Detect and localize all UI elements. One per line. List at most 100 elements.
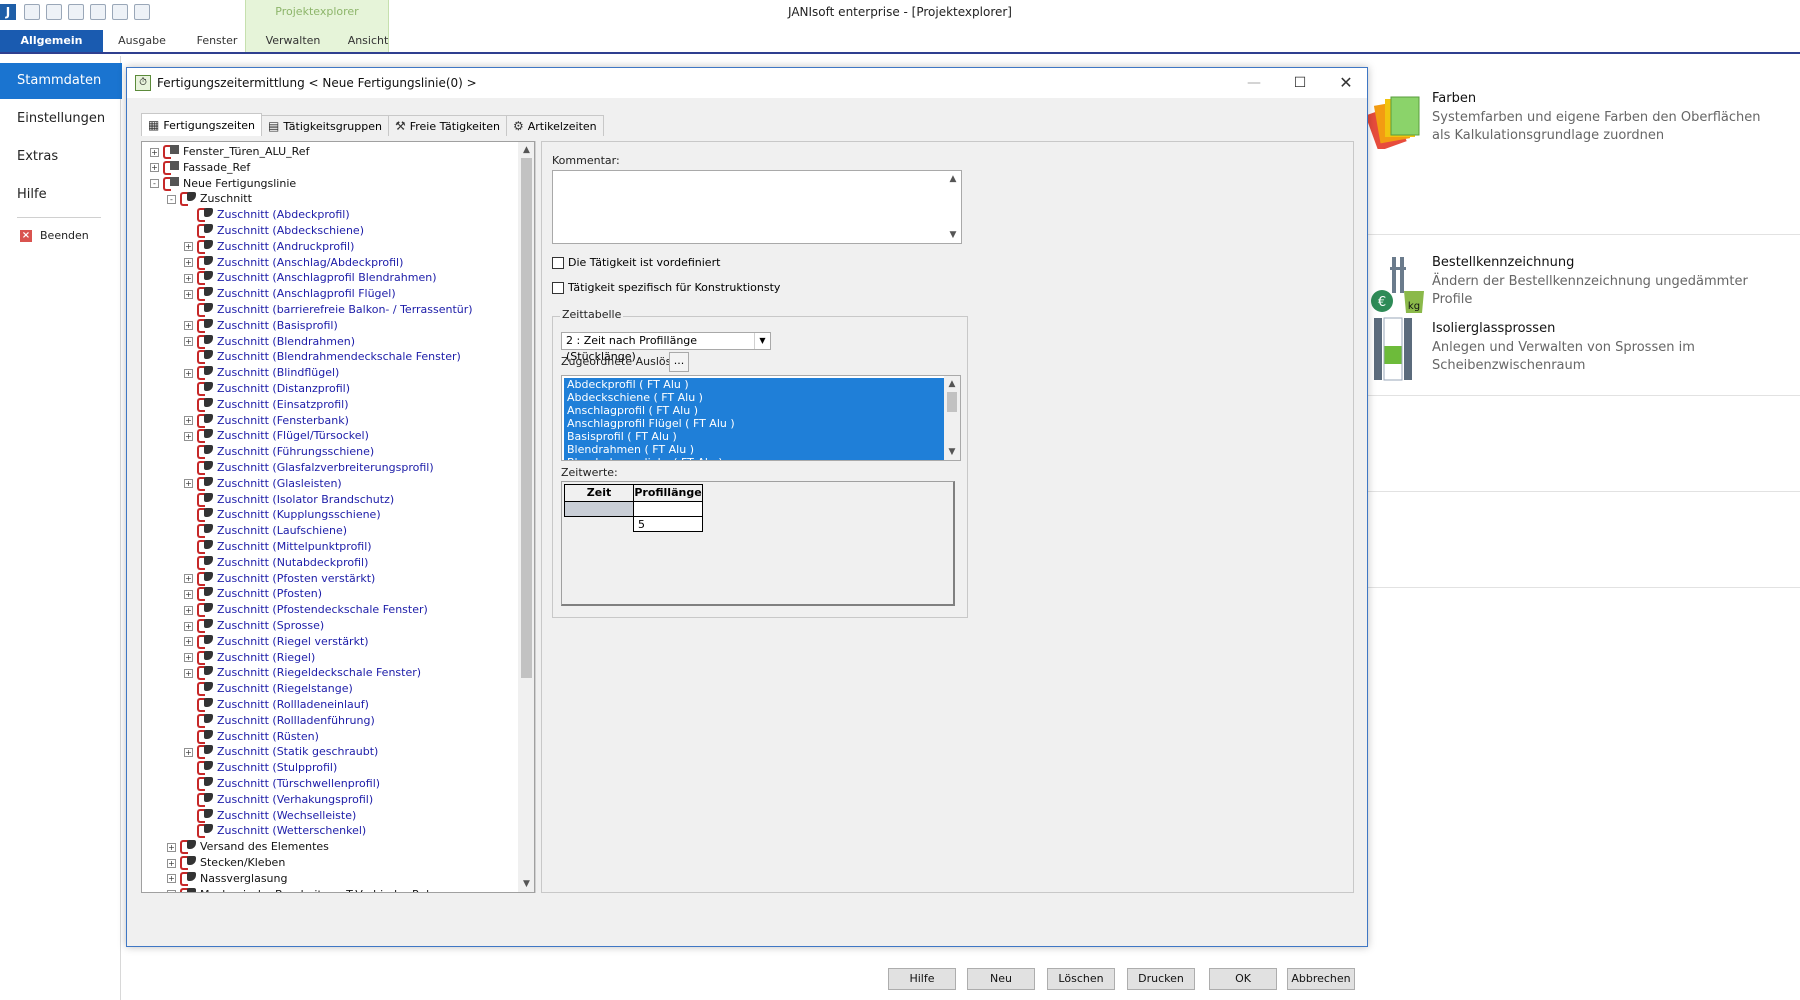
kommentar-textarea[interactable]: ▲ ▼ [552, 170, 962, 244]
tree-node[interactable]: Zuschnitt (Rollladeneinlauf) [184, 697, 369, 713]
tree-node[interactable]: + Zuschnitt (Blendrahmen) [184, 334, 355, 350]
konstruktionstyp-checkbox[interactable]: Tätigkeit spezifisch für Konstruktionsty [552, 281, 780, 294]
tree-node[interactable]: + Zuschnitt (Glasleisten) [184, 476, 342, 492]
tree-node[interactable]: + Zuschnitt (Riegel verstärkt) [184, 634, 369, 650]
tree-node[interactable]: + Stecken/Kleben [167, 855, 285, 871]
list-item[interactable]: Anschlagprofil Flügel ( FT Alu ) [564, 417, 944, 430]
scroll-up-icon[interactable]: ▲ [518, 142, 534, 158]
expand-icon[interactable]: + [184, 653, 193, 663]
grid-cell[interactable] [633, 501, 703, 517]
tree-node[interactable]: Zuschnitt (Nutabdeckprofil) [184, 555, 368, 571]
expand-icon[interactable]: + [184, 747, 193, 757]
tree-node[interactable]: + Zuschnitt (Sprosse) [184, 618, 324, 634]
ausloser-listbox[interactable]: Abdeckprofil ( FT Alu ) Abdeckschiene ( F… [561, 375, 961, 461]
nav-stammdaten[interactable]: Stammdaten [0, 63, 122, 99]
beenden-button[interactable]: × Beenden [20, 226, 89, 246]
expand-icon[interactable]: + [184, 289, 193, 299]
tree-node[interactable]: + Zuschnitt (Pfosten verstärkt) [184, 571, 375, 587]
list-item[interactable]: Blendrahmen ( FT Alu ) [564, 443, 944, 456]
ok-button[interactable]: OK [1209, 968, 1277, 990]
tree-node[interactable]: Zuschnitt (Abdeckschiene) [184, 223, 364, 239]
tab-freie-taetigkeiten[interactable]: ⚒ Freie Tätigkeiten [387, 115, 507, 136]
tree-node[interactable]: Zuschnitt (Kupplungsschiene) [184, 507, 381, 523]
zeittabelle-select[interactable]: 2 : Zeit nach Profillänge (Stücklänge) ▼ [561, 332, 771, 363]
vordefiniert-checkbox[interactable]: Die Tätigkeit ist vordefiniert [552, 256, 720, 269]
close-icon[interactable]: ✕ [1323, 68, 1369, 98]
ausloser-browse-button[interactable]: ... [669, 352, 689, 372]
expand-icon[interactable]: + [167, 858, 176, 868]
tree-node[interactable]: + Fenster_Türen_ALU_Ref [150, 144, 309, 160]
tree-node[interactable]: + Zuschnitt (Anschlag/Abdeckprofil) [184, 255, 403, 271]
abbrechen-button[interactable]: Abbrechen [1287, 968, 1355, 990]
tree-node[interactable]: + Zuschnitt (Riegel) [184, 650, 315, 666]
tree-node[interactable]: Zuschnitt (Rollladenführung) [184, 713, 375, 729]
expand-icon[interactable]: + [184, 637, 193, 647]
farben-title[interactable]: Farben [1432, 91, 1476, 106]
collapse-icon[interactable]: - [167, 194, 176, 204]
nav-hilfe[interactable]: Hilfe [0, 177, 121, 213]
expand-icon[interactable]: + [184, 337, 193, 347]
expand-icon[interactable]: + [167, 890, 176, 892]
tree-node[interactable]: + Zuschnitt (Fensterbank) [184, 413, 349, 429]
tree-node[interactable]: - Neue Fertigungslinie [150, 176, 296, 192]
expand-icon[interactable]: + [167, 874, 176, 884]
checkbox-box[interactable] [552, 281, 564, 294]
chevron-down-icon[interactable]: ▼ [754, 333, 770, 349]
tree-scrollbar[interactable]: ▲ ▼ [518, 142, 534, 892]
grid-cell[interactable] [564, 516, 634, 532]
tree-node[interactable]: Zuschnitt (Wechselleiste) [184, 808, 356, 824]
tree-node[interactable]: Zuschnitt (Laufschiene) [184, 523, 347, 539]
minimize-icon[interactable]: — [1231, 68, 1277, 98]
checkbox-box[interactable] [552, 256, 564, 269]
grid-cell[interactable] [564, 501, 634, 517]
tree-node[interactable]: - Zuschnitt [167, 191, 252, 207]
isolierglassprossen-title[interactable]: Isolierglassprossen [1432, 321, 1555, 336]
tree-node[interactable]: + Zuschnitt (Blindflügel) [184, 365, 339, 381]
expand-icon[interactable]: + [184, 621, 193, 631]
scroll-up-icon[interactable]: ▲ [944, 376, 960, 392]
tree-node[interactable]: Zuschnitt (Glasfalzverbreiterungsprofil) [184, 460, 434, 476]
tree-node[interactable]: + Mechanische Bearbeitung T-Verbinder Rah… [167, 887, 458, 892]
tab-ansicht[interactable]: Ansicht [333, 30, 403, 52]
expand-icon[interactable]: + [184, 589, 193, 599]
tree-node[interactable]: Zuschnitt (Stulpprofil) [184, 760, 337, 776]
tree-node[interactable]: + Zuschnitt (Pfosten) [184, 586, 322, 602]
kommentar-scrollbar[interactable]: ▲ ▼ [945, 171, 961, 243]
expand-icon[interactable]: + [184, 668, 193, 678]
neu-button[interactable]: Neu [967, 968, 1035, 990]
list-item[interactable]: Abdeckprofil ( FT Alu ) [564, 378, 944, 391]
expand-icon[interactable]: + [167, 842, 176, 852]
expand-icon[interactable]: + [184, 416, 193, 426]
tab-fenster[interactable]: Fenster [181, 30, 253, 52]
bestellkennzeichnung-title[interactable]: Bestellkennzeichnung [1432, 255, 1574, 270]
tree-node[interactable]: + Zuschnitt (Flügel/Türsockel) [184, 428, 369, 444]
tree-node[interactable]: Zuschnitt (Abdeckprofil) [184, 207, 350, 223]
nav-einstellungen[interactable]: Einstellungen [0, 101, 121, 137]
maximize-icon[interactable]: ☐ [1277, 68, 1323, 98]
tree-node[interactable]: + Nassverglasung [167, 871, 287, 887]
tree-node[interactable]: Zuschnitt (Wetterschenkel) [184, 823, 366, 839]
scroll-thumb[interactable] [947, 392, 957, 412]
scroll-thumb[interactable] [521, 158, 532, 678]
tab-verwalten[interactable]: Verwalten [255, 30, 331, 52]
scroll-down-icon[interactable]: ▼ [944, 444, 960, 460]
list-item[interactable]: Abdeckschiene ( FT Alu ) [564, 391, 944, 404]
tab-allgemein[interactable]: Allgemein [0, 30, 103, 52]
expand-icon[interactable]: + [184, 242, 193, 252]
scroll-up-icon[interactable]: ▲ [945, 171, 961, 187]
list-item[interactable]: Blendrahmen links ( FT Alu ) [564, 456, 944, 460]
tree-node[interactable]: + Fassade_Ref [150, 160, 250, 176]
tree-node[interactable]: + Versand des Elementes [167, 839, 329, 855]
grid-header-zeit[interactable]: Zeit [564, 484, 634, 502]
tree-node[interactable]: Zuschnitt (Blendrahmendeckschale Fenster… [184, 349, 461, 365]
tree-node[interactable]: + Zuschnitt (Riegeldeckschale Fenster) [184, 665, 421, 681]
tree-node[interactable]: Zuschnitt (Riegelstange) [184, 681, 353, 697]
expand-icon[interactable]: + [184, 368, 193, 378]
ausloser-scrollbar[interactable]: ▲ ▼ [944, 376, 960, 460]
tree-node[interactable]: + Zuschnitt (Anschlagprofil Flügel) [184, 286, 396, 302]
nav-extras[interactable]: Extras [0, 139, 121, 175]
tree-node[interactable]: Zuschnitt (Türschwellenprofil) [184, 776, 380, 792]
expand-icon[interactable]: + [184, 431, 193, 441]
list-item[interactable]: Basisprofil ( FT Alu ) [564, 430, 944, 443]
tab-taetigkeitsgruppen[interactable]: ▤ Tätigkeitsgruppen [261, 115, 389, 136]
